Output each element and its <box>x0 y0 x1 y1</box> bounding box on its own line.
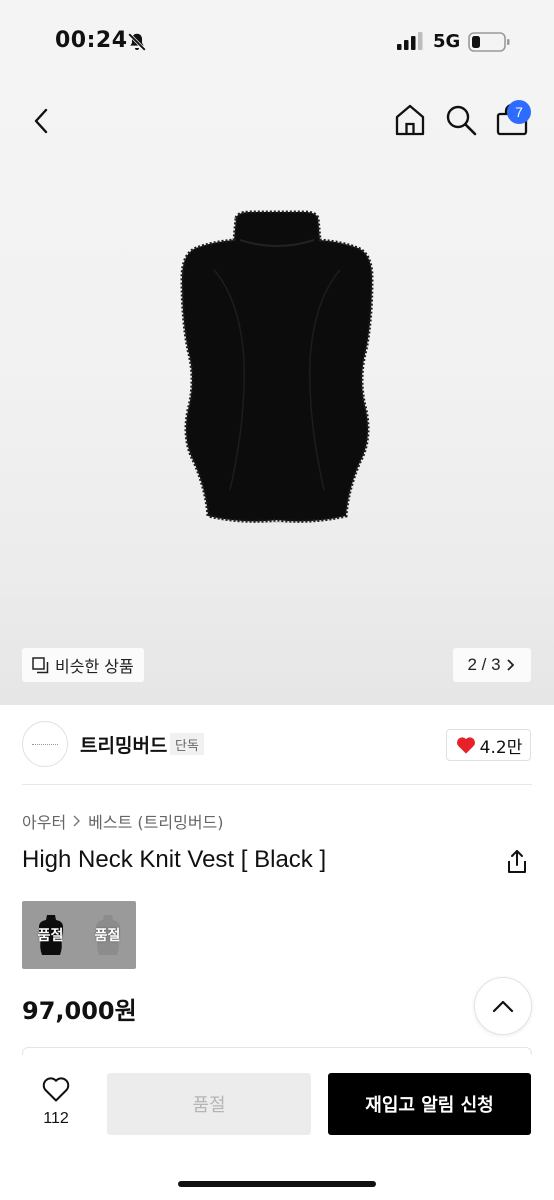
restock-alert-button[interactable]: 재입고 알림 신청 <box>328 1073 531 1135</box>
product-title: High Neck Knit Vest [ Black ] <box>22 846 327 873</box>
color-option-black[interactable]: 품절 <box>22 901 79 969</box>
image-pager[interactable]: 2 / 3 <box>453 648 531 682</box>
breadcrumb: 아우터 베스트 (트리밍버드) <box>22 809 224 833</box>
brand-name[interactable]: 트리밍버드 <box>80 731 167 758</box>
copy-icon <box>32 656 49 673</box>
product-image[interactable] <box>170 200 384 530</box>
divider <box>22 784 532 785</box>
exclusive-badge: 단독 <box>170 733 204 755</box>
bell-slash-icon <box>128 33 146 51</box>
similar-products-button[interactable]: 비슷한 상품 <box>22 648 144 682</box>
similar-products-label: 비슷한 상품 <box>55 657 134 676</box>
breadcrumb-item[interactable]: 아우터 <box>22 809 66 833</box>
color-option-grey[interactable]: 품절 <box>79 901 136 969</box>
brand-logo[interactable] <box>22 721 68 767</box>
brand-like-count: 4.2만 <box>479 737 523 758</box>
heart-outline-icon <box>42 1077 70 1102</box>
product-hero: 00:24 5G 7 비슷한 상품 2 / 3 <box>0 0 554 705</box>
network-type: 5G <box>433 31 461 52</box>
share-icon[interactable] <box>503 848 531 876</box>
soldout-label: 품절 <box>94 928 121 944</box>
search-icon[interactable] <box>442 101 480 139</box>
soldout-label: 품절 <box>37 928 64 944</box>
cart-count-badge: 7 <box>507 100 531 124</box>
home-indicator <box>178 1181 376 1187</box>
battery-icon <box>468 32 510 52</box>
back-button[interactable] <box>24 102 58 140</box>
color-options: 품절 품절 <box>22 901 136 969</box>
soldout-button: 품절 <box>107 1073 311 1135</box>
status-time: 00:24 <box>55 28 128 53</box>
bottom-action-bar: 112 품절 재입고 알림 신청 <box>0 1055 554 1200</box>
chevron-up-icon <box>492 1000 514 1013</box>
home-icon[interactable] <box>391 101 429 139</box>
chevron-right-icon <box>73 815 81 827</box>
signal-icon <box>397 32 423 50</box>
product-price: 97,000원 <box>22 997 137 1025</box>
brand-like-button[interactable]: 4.2만 <box>446 729 531 761</box>
pager-text: 2 / 3 <box>467 655 501 674</box>
wishlist-button[interactable]: 112 <box>30 1075 82 1135</box>
back-icon <box>34 108 48 134</box>
breadcrumb-item[interactable]: 베스트 (트리밍버드) <box>88 809 223 833</box>
scroll-top-button[interactable] <box>474 977 532 1035</box>
heart-icon <box>456 737 475 754</box>
chevron-right-icon <box>506 659 514 671</box>
wishlist-count: 112 <box>43 1110 69 1127</box>
